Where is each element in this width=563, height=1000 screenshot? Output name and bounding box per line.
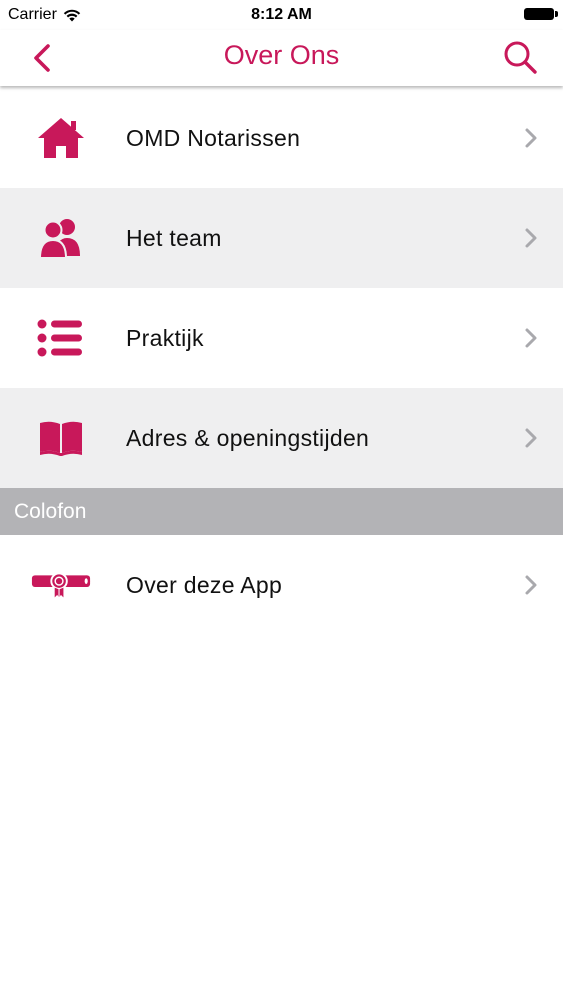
chevron-right-icon — [525, 428, 537, 448]
list-item-praktijk[interactable]: Praktijk — [0, 288, 563, 388]
list-item-label: Over deze App — [126, 571, 283, 598]
chevron-right-icon — [525, 128, 537, 148]
list-item-adres-openingstijden[interactable]: Adres & openingstijden — [0, 388, 563, 488]
chevron-right-icon — [525, 328, 537, 348]
list-icon — [30, 313, 92, 363]
section-title: Colofon — [14, 499, 87, 523]
book-icon — [30, 413, 92, 463]
menu-list: OMD Notarissen Het team Praktijk Adres &… — [0, 88, 563, 635]
list-item-omd-notarissen[interactable]: OMD Notarissen — [0, 88, 563, 188]
list-item-label: OMD Notarissen — [126, 124, 301, 151]
list-item-over-deze-app[interactable]: Over deze App — [0, 535, 563, 635]
clock: 8:12 AM — [251, 6, 312, 23]
chevron-right-icon — [525, 228, 537, 248]
navigation-bar: Over Ons — [0, 30, 563, 86]
chevron-right-icon — [525, 575, 537, 595]
home-icon — [30, 113, 92, 163]
search-icon[interactable] — [501, 38, 541, 78]
diploma-icon — [30, 560, 92, 610]
team-icon — [30, 213, 92, 263]
section-header-colofon: Colofon — [0, 488, 563, 535]
status-bar: Carrier 8:12 AM — [0, 0, 563, 30]
list-item-label: Adres & openingstijden — [126, 424, 370, 451]
battery-icon — [524, 8, 558, 20]
list-item-label: Het team — [126, 224, 222, 251]
page-title: Over Ons — [223, 40, 340, 70]
list-item-het-team[interactable]: Het team — [0, 188, 563, 288]
list-item-label: Praktijk — [126, 324, 204, 351]
